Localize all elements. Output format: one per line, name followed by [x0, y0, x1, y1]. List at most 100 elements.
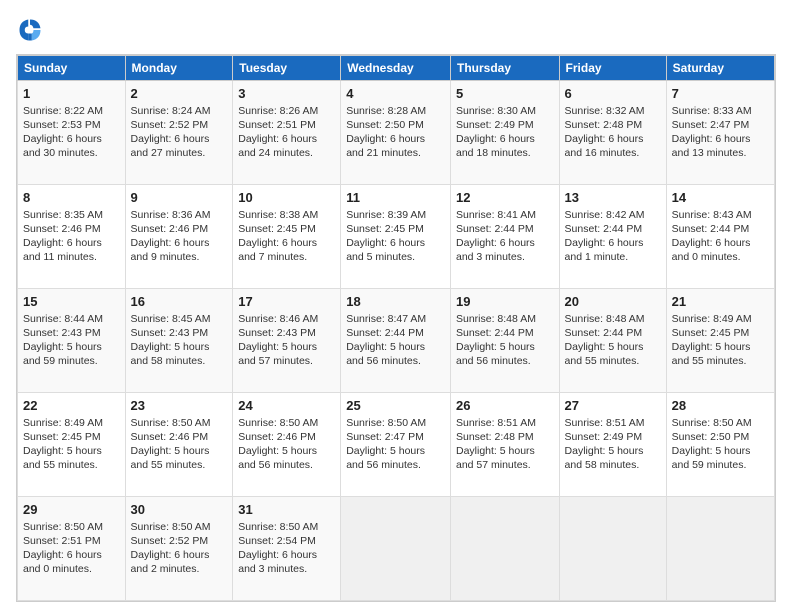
day-number: 18	[346, 293, 445, 311]
calendar-cell: 4Sunrise: 8:28 AMSunset: 2:50 PMDaylight…	[341, 81, 451, 185]
day-info: Sunrise: 8:50 AMSunset: 2:52 PMDaylight:…	[131, 520, 228, 577]
calendar-cell: 14Sunrise: 8:43 AMSunset: 2:44 PMDayligh…	[666, 185, 774, 289]
calendar-cell: 19Sunrise: 8:48 AMSunset: 2:44 PMDayligh…	[450, 289, 559, 393]
calendar-cell: 15Sunrise: 8:44 AMSunset: 2:43 PMDayligh…	[18, 289, 126, 393]
day-number: 4	[346, 85, 445, 103]
day-number: 28	[672, 397, 769, 415]
calendar-cell: 25Sunrise: 8:50 AMSunset: 2:47 PMDayligh…	[341, 393, 451, 497]
day-info: Sunrise: 8:47 AMSunset: 2:44 PMDaylight:…	[346, 312, 445, 369]
calendar-cell: 21Sunrise: 8:49 AMSunset: 2:45 PMDayligh…	[666, 289, 774, 393]
calendar-cell: 29Sunrise: 8:50 AMSunset: 2:51 PMDayligh…	[18, 497, 126, 601]
day-info: Sunrise: 8:32 AMSunset: 2:48 PMDaylight:…	[565, 104, 661, 161]
day-number: 10	[238, 189, 335, 207]
day-number: 15	[23, 293, 120, 311]
calendar-cell: 6Sunrise: 8:32 AMSunset: 2:48 PMDaylight…	[559, 81, 666, 185]
day-info: Sunrise: 8:43 AMSunset: 2:44 PMDaylight:…	[672, 208, 769, 265]
calendar-cell: 18Sunrise: 8:47 AMSunset: 2:44 PMDayligh…	[341, 289, 451, 393]
calendar-cell: 3Sunrise: 8:26 AMSunset: 2:51 PMDaylight…	[233, 81, 341, 185]
calendar-cell: 1Sunrise: 8:22 AMSunset: 2:53 PMDaylight…	[18, 81, 126, 185]
calendar-cell: 9Sunrise: 8:36 AMSunset: 2:46 PMDaylight…	[125, 185, 233, 289]
weekday-thursday: Thursday	[450, 56, 559, 81]
day-number: 3	[238, 85, 335, 103]
day-info: Sunrise: 8:46 AMSunset: 2:43 PMDaylight:…	[238, 312, 335, 369]
day-info: Sunrise: 8:51 AMSunset: 2:49 PMDaylight:…	[565, 416, 661, 473]
calendar-cell: 31Sunrise: 8:50 AMSunset: 2:54 PMDayligh…	[233, 497, 341, 601]
page: SundayMondayTuesdayWednesdayThursdayFrid…	[0, 0, 792, 612]
day-info: Sunrise: 8:50 AMSunset: 2:54 PMDaylight:…	[238, 520, 335, 577]
calendar-cell: 5Sunrise: 8:30 AMSunset: 2:49 PMDaylight…	[450, 81, 559, 185]
weekday-header: SundayMondayTuesdayWednesdayThursdayFrid…	[18, 56, 775, 81]
weekday-friday: Friday	[559, 56, 666, 81]
calendar-week-1: 1Sunrise: 8:22 AMSunset: 2:53 PMDaylight…	[18, 81, 775, 185]
calendar-cell: 17Sunrise: 8:46 AMSunset: 2:43 PMDayligh…	[233, 289, 341, 393]
calendar-week-3: 15Sunrise: 8:44 AMSunset: 2:43 PMDayligh…	[18, 289, 775, 393]
day-info: Sunrise: 8:38 AMSunset: 2:45 PMDaylight:…	[238, 208, 335, 265]
calendar-cell: 2Sunrise: 8:24 AMSunset: 2:52 PMDaylight…	[125, 81, 233, 185]
logo-icon	[16, 16, 44, 44]
calendar-cell: 12Sunrise: 8:41 AMSunset: 2:44 PMDayligh…	[450, 185, 559, 289]
day-info: Sunrise: 8:30 AMSunset: 2:49 PMDaylight:…	[456, 104, 554, 161]
day-info: Sunrise: 8:22 AMSunset: 2:53 PMDaylight:…	[23, 104, 120, 161]
calendar-cell	[341, 497, 451, 601]
day-number: 7	[672, 85, 769, 103]
calendar: SundayMondayTuesdayWednesdayThursdayFrid…	[16, 54, 776, 602]
day-info: Sunrise: 8:39 AMSunset: 2:45 PMDaylight:…	[346, 208, 445, 265]
day-number: 31	[238, 501, 335, 519]
day-info: Sunrise: 8:33 AMSunset: 2:47 PMDaylight:…	[672, 104, 769, 161]
day-number: 23	[131, 397, 228, 415]
calendar-cell: 11Sunrise: 8:39 AMSunset: 2:45 PMDayligh…	[341, 185, 451, 289]
day-info: Sunrise: 8:44 AMSunset: 2:43 PMDaylight:…	[23, 312, 120, 369]
day-number: 6	[565, 85, 661, 103]
day-info: Sunrise: 8:45 AMSunset: 2:43 PMDaylight:…	[131, 312, 228, 369]
day-info: Sunrise: 8:50 AMSunset: 2:50 PMDaylight:…	[672, 416, 769, 473]
day-number: 14	[672, 189, 769, 207]
day-info: Sunrise: 8:26 AMSunset: 2:51 PMDaylight:…	[238, 104, 335, 161]
day-number: 17	[238, 293, 335, 311]
calendar-cell	[559, 497, 666, 601]
calendar-body: 1Sunrise: 8:22 AMSunset: 2:53 PMDaylight…	[18, 81, 775, 601]
day-info: Sunrise: 8:50 AMSunset: 2:51 PMDaylight:…	[23, 520, 120, 577]
calendar-cell: 26Sunrise: 8:51 AMSunset: 2:48 PMDayligh…	[450, 393, 559, 497]
day-info: Sunrise: 8:48 AMSunset: 2:44 PMDaylight:…	[456, 312, 554, 369]
day-info: Sunrise: 8:36 AMSunset: 2:46 PMDaylight:…	[131, 208, 228, 265]
calendar-cell: 20Sunrise: 8:48 AMSunset: 2:44 PMDayligh…	[559, 289, 666, 393]
header	[16, 16, 776, 44]
calendar-cell: 13Sunrise: 8:42 AMSunset: 2:44 PMDayligh…	[559, 185, 666, 289]
calendar-cell: 8Sunrise: 8:35 AMSunset: 2:46 PMDaylight…	[18, 185, 126, 289]
day-info: Sunrise: 8:51 AMSunset: 2:48 PMDaylight:…	[456, 416, 554, 473]
day-number: 21	[672, 293, 769, 311]
day-number: 19	[456, 293, 554, 311]
day-number: 1	[23, 85, 120, 103]
day-info: Sunrise: 8:42 AMSunset: 2:44 PMDaylight:…	[565, 208, 661, 265]
calendar-cell: 28Sunrise: 8:50 AMSunset: 2:50 PMDayligh…	[666, 393, 774, 497]
day-number: 27	[565, 397, 661, 415]
day-info: Sunrise: 8:48 AMSunset: 2:44 PMDaylight:…	[565, 312, 661, 369]
day-info: Sunrise: 8:24 AMSunset: 2:52 PMDaylight:…	[131, 104, 228, 161]
calendar-cell: 7Sunrise: 8:33 AMSunset: 2:47 PMDaylight…	[666, 81, 774, 185]
day-info: Sunrise: 8:41 AMSunset: 2:44 PMDaylight:…	[456, 208, 554, 265]
calendar-cell	[666, 497, 774, 601]
day-number: 5	[456, 85, 554, 103]
calendar-cell	[450, 497, 559, 601]
day-number: 22	[23, 397, 120, 415]
calendar-week-4: 22Sunrise: 8:49 AMSunset: 2:45 PMDayligh…	[18, 393, 775, 497]
calendar-cell: 22Sunrise: 8:49 AMSunset: 2:45 PMDayligh…	[18, 393, 126, 497]
day-number: 26	[456, 397, 554, 415]
day-info: Sunrise: 8:28 AMSunset: 2:50 PMDaylight:…	[346, 104, 445, 161]
day-number: 8	[23, 189, 120, 207]
day-info: Sunrise: 8:50 AMSunset: 2:47 PMDaylight:…	[346, 416, 445, 473]
calendar-cell: 24Sunrise: 8:50 AMSunset: 2:46 PMDayligh…	[233, 393, 341, 497]
day-number: 24	[238, 397, 335, 415]
day-info: Sunrise: 8:49 AMSunset: 2:45 PMDaylight:…	[672, 312, 769, 369]
calendar-week-2: 8Sunrise: 8:35 AMSunset: 2:46 PMDaylight…	[18, 185, 775, 289]
weekday-monday: Monday	[125, 56, 233, 81]
calendar-cell: 23Sunrise: 8:50 AMSunset: 2:46 PMDayligh…	[125, 393, 233, 497]
day-number: 20	[565, 293, 661, 311]
calendar-cell: 30Sunrise: 8:50 AMSunset: 2:52 PMDayligh…	[125, 497, 233, 601]
logo	[16, 16, 48, 44]
day-number: 12	[456, 189, 554, 207]
calendar-cell: 27Sunrise: 8:51 AMSunset: 2:49 PMDayligh…	[559, 393, 666, 497]
day-number: 29	[23, 501, 120, 519]
weekday-wednesday: Wednesday	[341, 56, 451, 81]
calendar-week-5: 29Sunrise: 8:50 AMSunset: 2:51 PMDayligh…	[18, 497, 775, 601]
